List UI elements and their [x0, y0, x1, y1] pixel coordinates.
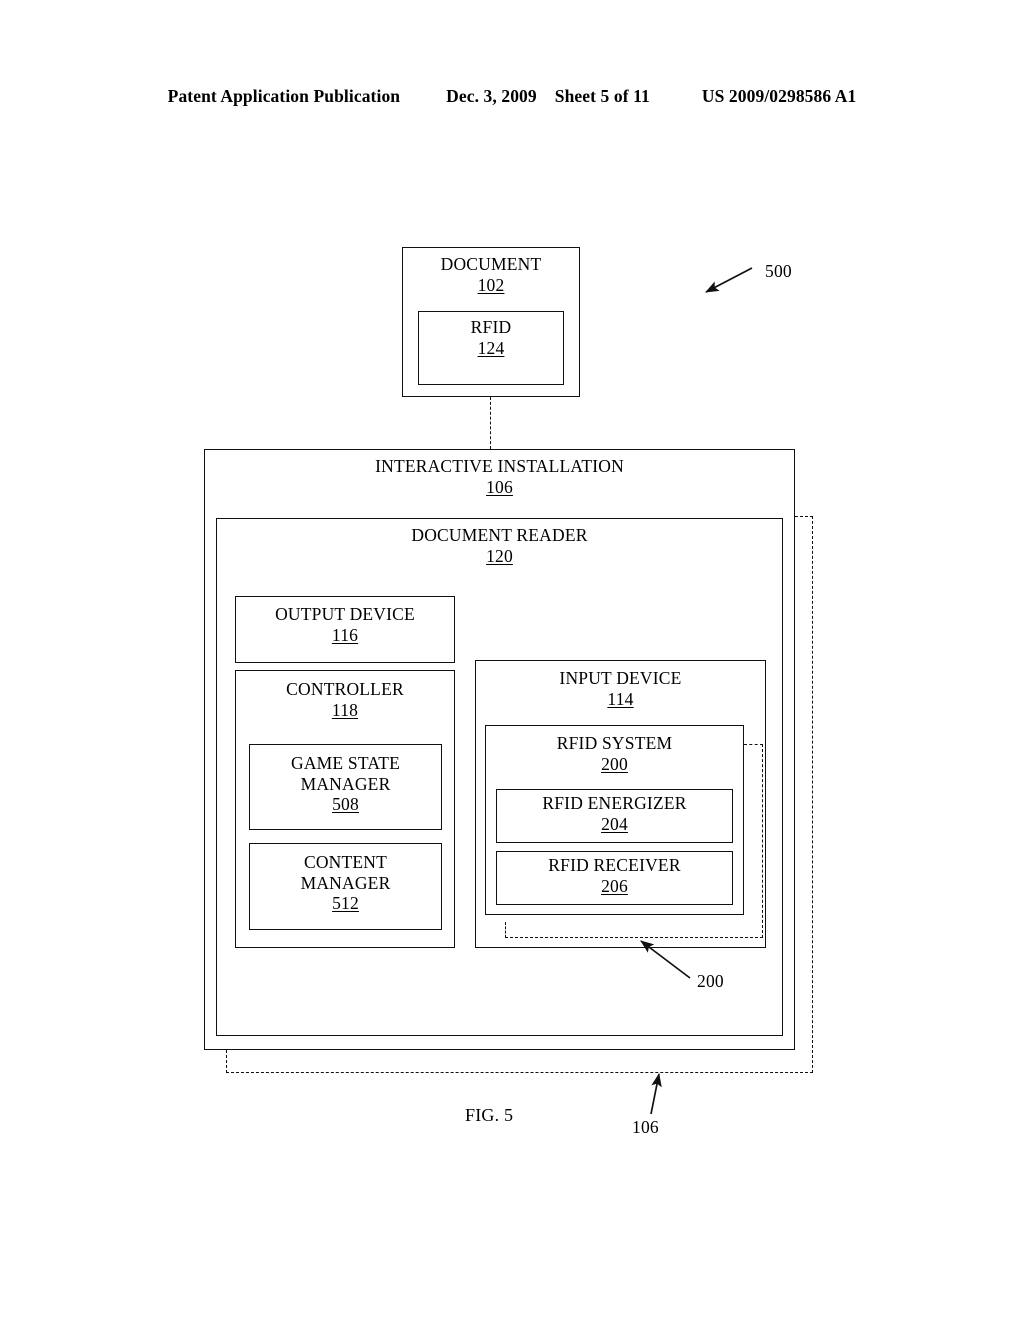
installation-callout-dashed-top-stub	[795, 516, 813, 518]
figure-5-diagram: DOCUMENT 102 RFID 124 INTERACTIVE INSTAL…	[0, 0, 1024, 1320]
document-to-installation-connector	[490, 397, 491, 449]
rfid-system-200-ref-label: 200	[697, 971, 724, 991]
installation-callout-dashed-left-stub	[226, 1050, 228, 1073]
rfid-tag-block	[418, 311, 564, 385]
installation-callout-dashed-region	[226, 516, 813, 1073]
installation-106-ref-label: 106	[632, 1117, 659, 1137]
figure-caption: FIG. 5	[465, 1105, 514, 1125]
system-500-leader-line	[705, 267, 753, 293]
system-500-ref-label: 500	[765, 261, 792, 281]
installation-106-leader-line	[650, 1072, 662, 1115]
